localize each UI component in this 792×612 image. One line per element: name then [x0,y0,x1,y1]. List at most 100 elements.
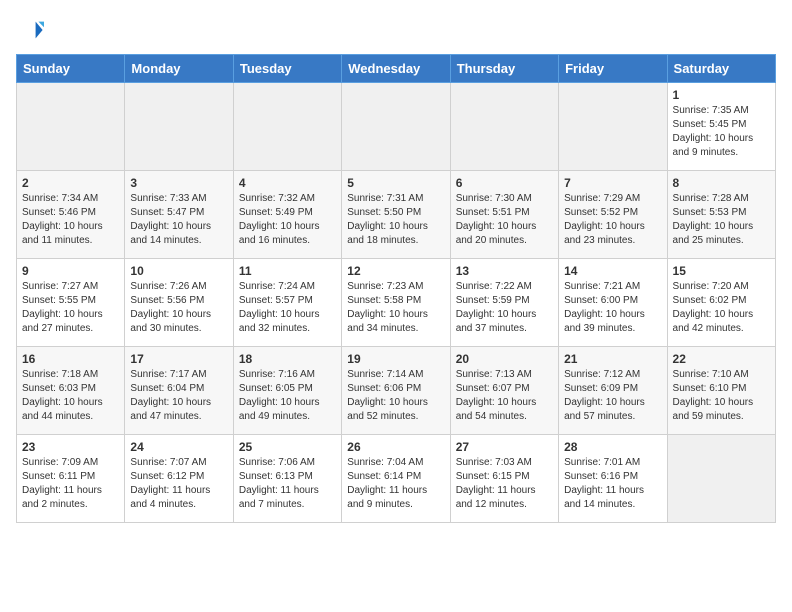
day-info: Sunrise: 7:14 AM Sunset: 6:06 PM Dayligh… [347,368,444,424]
calendar-week-row: 23Sunrise: 7:09 AM Sunset: 6:11 PM Dayli… [17,435,776,523]
day-number: 16 [22,352,119,366]
day-info: Sunrise: 7:17 AM Sunset: 6:04 PM Dayligh… [130,368,227,424]
day-info: Sunrise: 7:30 AM Sunset: 5:51 PM Dayligh… [456,192,553,248]
day-info: Sunrise: 7:33 AM Sunset: 5:47 PM Dayligh… [130,192,227,248]
weekday-header: Wednesday [342,55,450,83]
day-number: 6 [456,176,553,190]
day-info: Sunrise: 7:20 AM Sunset: 6:02 PM Dayligh… [673,280,770,336]
calendar-cell: 21 Sunrise: 7:12 AM Sunset: 6:09 PM Dayli… [559,347,667,435]
day-info: Sunrise: 7:07 AM Sunset: 6:12 PM Dayligh… [130,456,227,512]
day-info: Sunrise: 7:03 AM Sunset: 6:15 PM Dayligh… [456,456,553,512]
day-number: 2 [22,176,119,190]
calendar-cell: 10 Sunrise: 7:26 AM Sunset: 5:56 PM Dayli… [125,259,233,347]
calendar-cell: 5 Sunrise: 7:31 AM Sunset: 5:50 PM Daylig… [342,171,450,259]
calendar-cell [233,83,341,171]
day-info: Sunrise: 7:23 AM Sunset: 5:58 PM Dayligh… [347,280,444,336]
day-number: 27 [456,440,553,454]
calendar-cell: 11 Sunrise: 7:24 AM Sunset: 5:57 PM Dayli… [233,259,341,347]
calendar-week-row: 9 Sunrise: 7:27 AM Sunset: 5:55 PM Daylig… [17,259,776,347]
calendar-week-row: 1 Sunrise: 7:35 AM Sunset: 5:45 PM Daylig… [17,83,776,171]
day-info: Sunrise: 7:32 AM Sunset: 5:49 PM Dayligh… [239,192,336,248]
day-number: 7 [564,176,661,190]
weekday-header: Monday [125,55,233,83]
day-number: 28 [564,440,661,454]
calendar-cell: 6 Sunrise: 7:30 AM Sunset: 5:51 PM Daylig… [450,171,558,259]
weekday-header: Saturday [667,55,775,83]
day-number: 24 [130,440,227,454]
calendar-cell: 18 Sunrise: 7:16 AM Sunset: 6:05 PM Dayli… [233,347,341,435]
calendar-cell: 12 Sunrise: 7:23 AM Sunset: 5:58 PM Dayli… [342,259,450,347]
day-info: Sunrise: 7:13 AM Sunset: 6:07 PM Dayligh… [456,368,553,424]
day-info: Sunrise: 7:34 AM Sunset: 5:46 PM Dayligh… [22,192,119,248]
day-number: 3 [130,176,227,190]
logo [16,16,48,44]
weekday-header-row: SundayMondayTuesdayWednesdayThursdayFrid… [17,55,776,83]
day-info: Sunrise: 7:12 AM Sunset: 6:09 PM Dayligh… [564,368,661,424]
day-number: 18 [239,352,336,366]
day-info: Sunrise: 7:31 AM Sunset: 5:50 PM Dayligh… [347,192,444,248]
day-info: Sunrise: 7:27 AM Sunset: 5:55 PM Dayligh… [22,280,119,336]
day-info: Sunrise: 7:28 AM Sunset: 5:53 PM Dayligh… [673,192,770,248]
day-number: 20 [456,352,553,366]
day-number: 23 [22,440,119,454]
day-number: 19 [347,352,444,366]
day-number: 11 [239,264,336,278]
calendar-cell: 14 Sunrise: 7:21 AM Sunset: 6:00 PM Dayli… [559,259,667,347]
logo-icon [16,16,44,44]
calendar-cell [559,83,667,171]
calendar-cell: 8Sunrise: 7:28 AM Sunset: 5:53 PM Daylig… [667,171,775,259]
day-info: Sunrise: 7:18 AM Sunset: 6:03 PM Dayligh… [22,368,119,424]
calendar-cell: 25Sunrise: 7:06 AM Sunset: 6:13 PM Dayli… [233,435,341,523]
calendar-cell: 26 Sunrise: 7:04 AM Sunset: 6:14 PM Dayli… [342,435,450,523]
day-info: Sunrise: 7:26 AM Sunset: 5:56 PM Dayligh… [130,280,227,336]
calendar-cell [667,435,775,523]
calendar-cell: 16 Sunrise: 7:18 AM Sunset: 6:03 PM Dayli… [17,347,125,435]
calendar-cell: 23Sunrise: 7:09 AM Sunset: 6:11 PM Dayli… [17,435,125,523]
day-number: 22 [673,352,770,366]
day-number: 10 [130,264,227,278]
weekday-header: Thursday [450,55,558,83]
day-number: 12 [347,264,444,278]
weekday-header: Sunday [17,55,125,83]
calendar-table: SundayMondayTuesdayWednesdayThursdayFrid… [16,54,776,523]
day-number: 21 [564,352,661,366]
calendar-cell: 15 Sunrise: 7:20 AM Sunset: 6:02 PM Dayli… [667,259,775,347]
day-info: Sunrise: 7:16 AM Sunset: 6:05 PM Dayligh… [239,368,336,424]
calendar-cell: 19 Sunrise: 7:14 AM Sunset: 6:06 PM Dayli… [342,347,450,435]
day-info: Sunrise: 7:10 AM Sunset: 6:10 PM Dayligh… [673,368,770,424]
day-number: 26 [347,440,444,454]
day-info: Sunrise: 7:21 AM Sunset: 6:00 PM Dayligh… [564,280,661,336]
calendar-cell: 13 Sunrise: 7:22 AM Sunset: 5:59 PM Dayli… [450,259,558,347]
calendar-cell [342,83,450,171]
calendar-week-row: 16 Sunrise: 7:18 AM Sunset: 6:03 PM Dayli… [17,347,776,435]
day-info: Sunrise: 7:22 AM Sunset: 5:59 PM Dayligh… [456,280,553,336]
calendar-cell: 20 Sunrise: 7:13 AM Sunset: 6:07 PM Dayli… [450,347,558,435]
calendar-week-row: 2 Sunrise: 7:34 AM Sunset: 5:46 PM Daylig… [17,171,776,259]
calendar-cell: 9 Sunrise: 7:27 AM Sunset: 5:55 PM Daylig… [17,259,125,347]
day-info: Sunrise: 7:06 AM Sunset: 6:13 PM Dayligh… [239,456,336,512]
weekday-header: Friday [559,55,667,83]
day-info: Sunrise: 7:35 AM Sunset: 5:45 PM Dayligh… [673,104,770,160]
calendar-cell: 3 Sunrise: 7:33 AM Sunset: 5:47 PM Daylig… [125,171,233,259]
page-header [16,16,776,44]
calendar-cell [450,83,558,171]
calendar-cell [125,83,233,171]
day-number: 14 [564,264,661,278]
day-info: Sunrise: 7:01 AM Sunset: 6:16 PM Dayligh… [564,456,661,512]
day-info: Sunrise: 7:24 AM Sunset: 5:57 PM Dayligh… [239,280,336,336]
calendar-cell: 1 Sunrise: 7:35 AM Sunset: 5:45 PM Daylig… [667,83,775,171]
day-number: 17 [130,352,227,366]
day-info: Sunrise: 7:04 AM Sunset: 6:14 PM Dayligh… [347,456,444,512]
calendar-cell: 27 Sunrise: 7:03 AM Sunset: 6:15 PM Dayli… [450,435,558,523]
day-number: 13 [456,264,553,278]
day-number: 9 [22,264,119,278]
day-number: 15 [673,264,770,278]
calendar-cell: 22 Sunrise: 7:10 AM Sunset: 6:10 PM Dayli… [667,347,775,435]
calendar-cell: 4Sunrise: 7:32 AM Sunset: 5:49 PM Daylig… [233,171,341,259]
calendar-cell: 2 Sunrise: 7:34 AM Sunset: 5:46 PM Daylig… [17,171,125,259]
calendar-cell: 7 Sunrise: 7:29 AM Sunset: 5:52 PM Daylig… [559,171,667,259]
day-number: 5 [347,176,444,190]
weekday-header: Tuesday [233,55,341,83]
day-info: Sunrise: 7:29 AM Sunset: 5:52 PM Dayligh… [564,192,661,248]
day-number: 1 [673,88,770,102]
